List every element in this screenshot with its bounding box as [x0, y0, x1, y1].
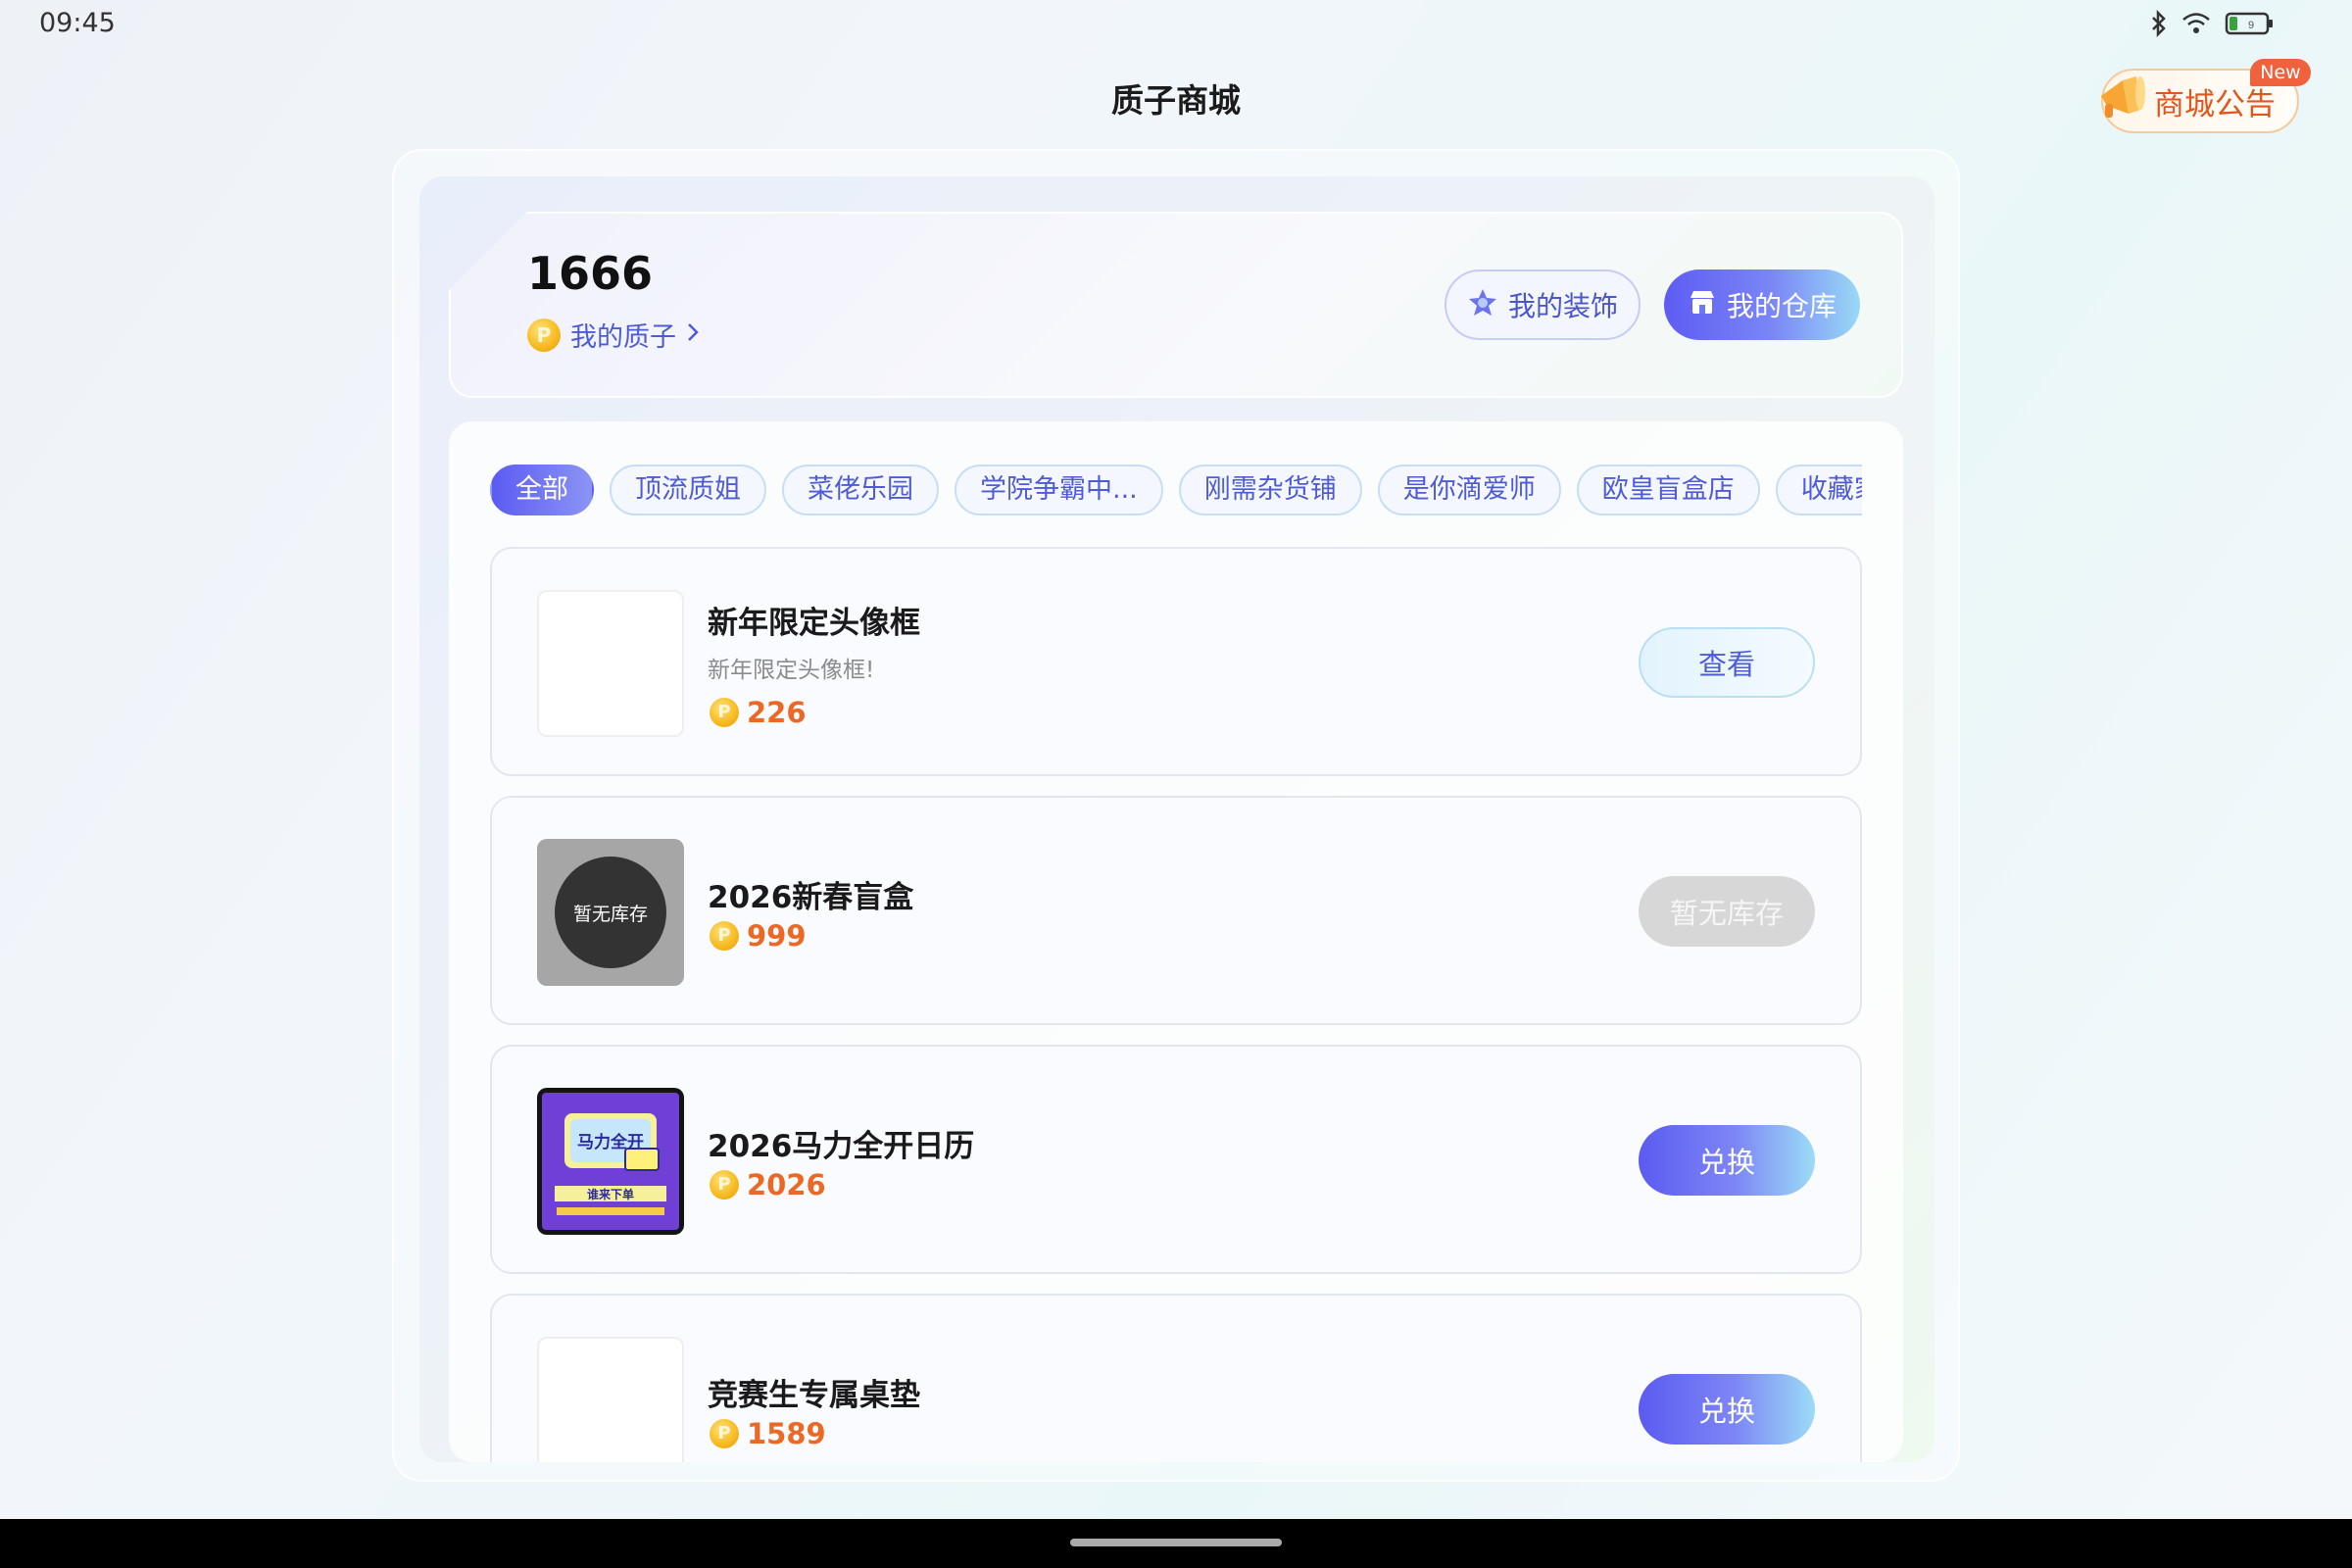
- price-value: 999: [747, 919, 807, 953]
- sold-out-label: 暂无库存: [555, 857, 666, 968]
- status-icons: 9: [2150, 10, 2274, 37]
- new-badge: New: [2250, 59, 2311, 86]
- product-thumbnail: 暂无库存: [537, 839, 684, 986]
- megaphone-icon: [2095, 71, 2150, 129]
- coin-icon: [710, 921, 739, 951]
- my-warehouse-button[interactable]: 我的仓库: [1664, 270, 1860, 340]
- product-title: 竞赛生专属桌垫: [708, 1378, 920, 1413]
- view-button[interactable]: 查看: [1639, 627, 1815, 698]
- battery-icon: 9: [2225, 11, 2274, 36]
- store-icon: [1688, 288, 1717, 321]
- price-value: 226: [747, 696, 807, 729]
- chevron-right-icon: [686, 318, 700, 351]
- coin-icon: [527, 318, 561, 352]
- exchange-button[interactable]: 兑换: [1639, 1125, 1815, 1196]
- product-price: 999: [710, 919, 807, 953]
- star-badge-icon: [1467, 287, 1498, 322]
- exchange-button[interactable]: 兑换: [1639, 1374, 1815, 1445]
- my-proton-link[interactable]: 我的质子: [527, 316, 700, 354]
- bluetooth-icon: [2150, 10, 2168, 37]
- product-description: 新年限定头像框!: [708, 658, 875, 683]
- battery-level: 9: [2248, 20, 2254, 31]
- my-warehouse-label: 我的仓库: [1726, 290, 1837, 322]
- product-price: 226: [710, 696, 807, 729]
- my-proton-label: 我的质子: [570, 322, 676, 353]
- tab-newbie-park[interactable]: 菜佬乐园: [782, 465, 939, 515]
- product-item[interactable]: 竞赛生专属桌垫 1589 兑换: [490, 1294, 1862, 1462]
- price-value: 1589: [747, 1417, 826, 1450]
- tab-teacher[interactable]: 是你滴爱师: [1377, 465, 1561, 515]
- wifi-icon: [2181, 11, 2211, 36]
- calendar-subtext: 谁来下单: [587, 1187, 634, 1201]
- tab-blind-box-shop[interactable]: 欧皇盲盒店: [1576, 465, 1760, 515]
- product-title: 新年限定头像框: [708, 606, 920, 641]
- status-time: 09:45: [39, 8, 116, 38]
- out-of-stock-button: 暂无库存: [1639, 876, 1815, 947]
- tab-college-contest[interactable]: 学院争霸中...: [955, 465, 1163, 515]
- tab-top-sister[interactable]: 顶流质姐: [610, 465, 766, 515]
- product-price: 1589: [710, 1417, 826, 1450]
- product-thumbnail: [537, 1337, 684, 1462]
- tab-essentials-shop[interactable]: 刚需杂货铺: [1178, 465, 1362, 515]
- product-item[interactable]: 新年限定头像框 新年限定头像框! 226 查看: [490, 547, 1862, 776]
- balance-value: 1666: [527, 247, 654, 300]
- product-title: 2026马力全开日历: [708, 1129, 975, 1164]
- home-gesture-handle[interactable]: [1070, 1539, 1282, 1546]
- product-title: 2026新春盲盒: [708, 880, 914, 915]
- coin-icon: [710, 1419, 739, 1448]
- product-price: 2026: [710, 1168, 826, 1201]
- my-decorations-label: 我的装饰: [1507, 290, 1618, 322]
- my-decorations-button[interactable]: 我的装饰: [1445, 270, 1641, 340]
- product-list: 新年限定头像框 新年限定头像框! 226 查看 暂无库存 2026新春盲盒 99…: [490, 547, 1862, 1462]
- page-title: 质子商城: [1111, 81, 1241, 120]
- coin-icon: [710, 1170, 739, 1200]
- category-tabs: 全部 顶流质姐 菜佬乐园 学院争霸中... 刚需杂货铺 是你滴爱师 欧皇盲盒店 …: [490, 465, 1862, 517]
- product-item[interactable]: 马力全开 谁来下单 2026马力全开日历 2026 兑换: [490, 1045, 1862, 1274]
- tab-collector[interactable]: 收藏家基: [1775, 465, 1862, 515]
- calendar-thumbnail: 马力全开 谁来下单: [537, 1088, 684, 1235]
- product-thumbnail: [537, 590, 684, 737]
- product-item[interactable]: 暂无库存 2026新春盲盒 999 暂无库存: [490, 796, 1862, 1025]
- coin-icon: [710, 698, 739, 727]
- tab-all[interactable]: 全部: [490, 465, 594, 515]
- status-bar: 09:45 9: [0, 0, 2352, 49]
- price-value: 2026: [747, 1168, 826, 1201]
